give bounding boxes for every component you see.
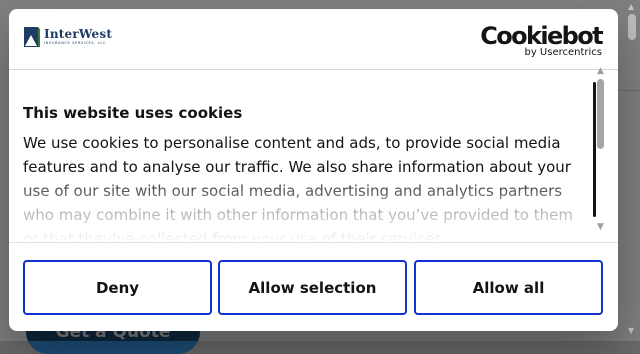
arrow-down-icon[interactable]: ▼ bbox=[597, 222, 604, 232]
dialog-body[interactable]: This website uses cookies We use cookies… bbox=[9, 70, 618, 242]
dialog-description: We use cookies to personalise content an… bbox=[23, 134, 573, 242]
interwest-logo-icon bbox=[24, 27, 40, 47]
dialog-scrollbar[interactable]: ▲ ▼ bbox=[596, 66, 608, 238]
dialog-footer: Deny Allow selection Allow all bbox=[9, 242, 618, 331]
window-scrollbar[interactable]: ▲ ▼ bbox=[624, 0, 640, 341]
arrow-down-icon[interactable]: ▼ bbox=[628, 326, 634, 335]
deny-button[interactable]: Deny bbox=[23, 260, 212, 315]
brand-logo: InterWest INSURANCE SERVICES, LLC bbox=[23, 26, 112, 48]
allow-selection-button[interactable]: Allow selection bbox=[218, 260, 407, 315]
dialog-scrollbar-thumb[interactable] bbox=[597, 79, 604, 149]
cookiebot-name: Cookiebot bbox=[480, 22, 603, 50]
dialog-header: InterWest INSURANCE SERVICES, LLC Cookie… bbox=[9, 9, 618, 70]
dialog-title: This website uses cookies bbox=[23, 104, 243, 122]
arrow-up-icon[interactable]: ▲ bbox=[628, 2, 634, 11]
cookiebot-logo[interactable]: Cookiebot by Usercentrics bbox=[480, 22, 603, 59]
arrow-up-icon[interactable]: ▲ bbox=[597, 66, 604, 76]
allow-all-button[interactable]: Allow all bbox=[414, 260, 603, 315]
window-scrollbar-thumb[interactable] bbox=[628, 14, 636, 40]
cookie-consent-dialog: InterWest INSURANCE SERVICES, LLC Cookie… bbox=[9, 9, 618, 331]
brand-subtitle: INSURANCE SERVICES, LLC bbox=[44, 41, 107, 45]
brand-name: InterWest bbox=[44, 27, 113, 41]
